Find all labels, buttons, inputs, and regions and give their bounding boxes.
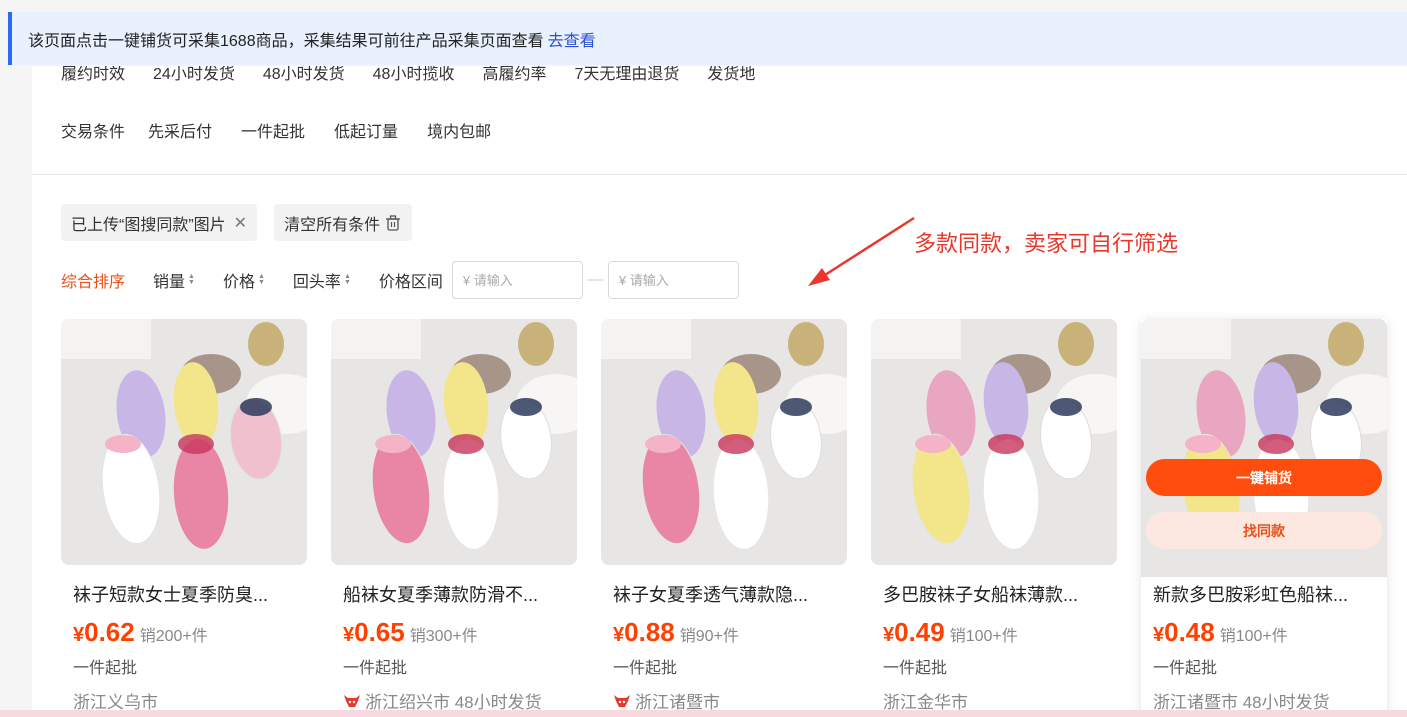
find-similar-button[interactable]: 找同款 (1146, 512, 1382, 549)
product-card[interactable]: 船袜女夏季薄款防滑不... ¥ 0.65 销300+件 一件起批 浙江绍兴市 4… (331, 319, 577, 717)
product-image (331, 319, 577, 565)
sales-count: 销100+件 (949, 628, 1018, 645)
clear-conditions-button[interactable]: 清空所有条件 (274, 204, 413, 241)
notice-link[interactable]: 去查看 (548, 27, 596, 51)
product-thumb[interactable] (871, 319, 1117, 565)
currency-symbol: ¥ (343, 624, 355, 646)
sort-price-label: 价格 (222, 274, 255, 291)
min-order: 一件起批 (73, 660, 138, 677)
active-conditions: 已上传“图搜同款”图片 ✕ 清空所有条件 (61, 204, 413, 241)
fulfillment-filter-row: 履约时效 24小时发货 48小时发货 48小时揽收 高履约率 7天无理由退货 发… (61, 66, 755, 88)
min-order: 一件起批 (883, 660, 948, 677)
close-icon[interactable]: ✕ (234, 213, 247, 233)
product-card[interactable]: 多巴胺袜子女船袜薄款... ¥ 0.49 销100+件 一件起批 浙江金华市 (871, 319, 1117, 717)
product-card[interactable]: 袜子短款女士夏季防臭... ¥ 0.62 销200+件 一件起批 浙江义乌市 (61, 319, 307, 717)
sort-sales-label: 销量 (153, 274, 186, 291)
product-title[interactable]: 多巴胺袜子女船袜薄款... (883, 581, 1105, 607)
sales-count: 销200+件 (139, 628, 208, 645)
currency-symbol: ¥ (613, 624, 625, 646)
fulfillment-option[interactable]: 发货地 (707, 66, 755, 84)
product-title[interactable]: 新款多巴胺彩虹色船袜... (1153, 581, 1375, 607)
fulfillment-option[interactable]: 7天无理由退货 (574, 66, 679, 84)
sales-count: 销100+件 (1219, 628, 1288, 645)
product-image (601, 319, 847, 565)
sort-caret-icon: ▲ ▼ (343, 273, 351, 286)
price-row: ¥ 0.62 销200+件 (73, 617, 295, 648)
uploaded-image-chip[interactable]: 已上传“图搜同款”图片 ✕ (61, 204, 258, 241)
currency-symbol: ¥ (1153, 624, 1165, 646)
annotation-text: 多款同款，卖家可自行筛选 (914, 231, 1179, 256)
price-min-input[interactable] (451, 261, 583, 299)
product-price: 0.65 (354, 617, 405, 647)
uploaded-image-chip-label: 已上传“图搜同款”图片 (71, 216, 226, 234)
sort-repurchase-label: 回头率 (292, 274, 341, 291)
one-click-list-button[interactable]: 一键铺货 (1146, 459, 1382, 496)
product-image (61, 319, 307, 565)
notice-banner: 该页面点击一键铺货可采集1688商品，采集结果可前往产品采集页面查看 去查看 (8, 12, 1407, 65)
supplier-badge-icon (344, 694, 360, 707)
product-title[interactable]: 袜子短款女士夏季防臭... (73, 581, 295, 607)
product-thumb[interactable] (61, 319, 307, 565)
supplier-badge-icon (614, 694, 630, 707)
product-price: 0.88 (624, 617, 675, 647)
product-price: 0.49 (894, 617, 945, 647)
price-row: ¥ 0.49 销100+件 (883, 617, 1105, 648)
price-row: ¥ 0.48 销100+件 (1153, 617, 1375, 648)
trade-option-low-moq[interactable]: 低起订量 (334, 118, 398, 142)
trade-option-single-piece[interactable]: 一件起批 (241, 118, 305, 142)
sort-sales[interactable]: 销量 ▲ ▼ (153, 268, 195, 292)
product-price: 0.48 (1164, 617, 1215, 647)
price-row: ¥ 0.88 销90+件 (613, 617, 835, 648)
currency-symbol: ¥ (73, 624, 85, 646)
min-order: 一件起批 (343, 660, 408, 677)
trash-icon (386, 214, 401, 231)
fulfillment-option[interactable]: 48小时发货 (263, 66, 345, 84)
price-row: ¥ 0.65 销300+件 (343, 617, 565, 648)
product-thumb[interactable] (601, 319, 847, 565)
sort-caret-icon: ▲ ▼ (257, 273, 265, 286)
min-order: 一件起批 (613, 660, 678, 677)
clear-conditions-label: 清空所有条件 (284, 216, 381, 234)
product-card[interactable]: 袜子女夏季透气薄款隐... ¥ 0.88 销90+件 一件起批 浙江诸暨市 (601, 319, 847, 717)
sales-count: 销300+件 (409, 628, 478, 645)
main-panel: 履约时效 24小时发货 48小时发货 48小时揽收 高履约率 7天无理由退货 发… (32, 66, 1407, 717)
currency-symbol: ¥ (883, 624, 895, 646)
sort-comprehensive[interactable]: 综合排序 (61, 268, 125, 292)
price-range-separator: — (587, 271, 604, 288)
sort-bar: 综合排序 销量 ▲▼ 价格 ▲▼ 回头率 ▲▼ 价格区间 — (61, 261, 739, 299)
trade-option-free-shipping[interactable]: 境内包邮 (427, 118, 491, 142)
product-thumb[interactable] (331, 319, 577, 565)
sort-caret-icon: ▲ ▼ (188, 273, 195, 286)
divider (32, 174, 1407, 175)
min-order: 一件起批 (1153, 660, 1218, 677)
product-title[interactable]: 船袜女夏季薄款防滑不... (343, 581, 565, 607)
trade-option-pay-later[interactable]: 先采后付 (148, 118, 212, 142)
price-range-label: 价格区间 (378, 274, 443, 291)
sort-repurchase[interactable]: 回头率 ▲ ▼ (293, 268, 351, 292)
price-max-input[interactable] (607, 261, 739, 299)
product-title[interactable]: 袜子女夏季透气薄款隐... (613, 581, 835, 607)
fulfillment-option[interactable]: 24小时发货 (153, 66, 235, 84)
product-thumb[interactable]: 一键铺货 找同款 (1141, 319, 1387, 577)
sales-count: 销90+件 (679, 628, 739, 645)
product-grid: 袜子短款女士夏季防臭... ¥ 0.62 销200+件 一件起批 浙江义乌市 船 (61, 319, 1387, 717)
product-image (871, 319, 1117, 565)
sort-price[interactable]: 价格 ▲ ▼ (223, 268, 265, 292)
product-card[interactable]: 一键铺货 找同款 新款多巴胺彩虹色船袜... ¥ 0.48 销100+件 一件起… (1141, 319, 1387, 717)
trade-filter-row: 交易条件 先采后付 一件起批 低起订量 境内包邮 (61, 118, 520, 142)
fulfillment-option[interactable]: 高履约率 (482, 66, 546, 84)
product-price: 0.62 (84, 617, 135, 647)
notice-text: 该页面点击一键铺货可采集1688商品，采集结果可前往产品采集页面查看 (28, 32, 544, 50)
bottom-strip (0, 710, 1407, 717)
trade-filter-label: 交易条件 (61, 124, 126, 141)
fulfillment-label: 履约时效 (61, 66, 126, 83)
annotation-arrow-icon (808, 216, 915, 286)
fulfillment-option[interactable]: 48小时揽收 (373, 66, 455, 84)
